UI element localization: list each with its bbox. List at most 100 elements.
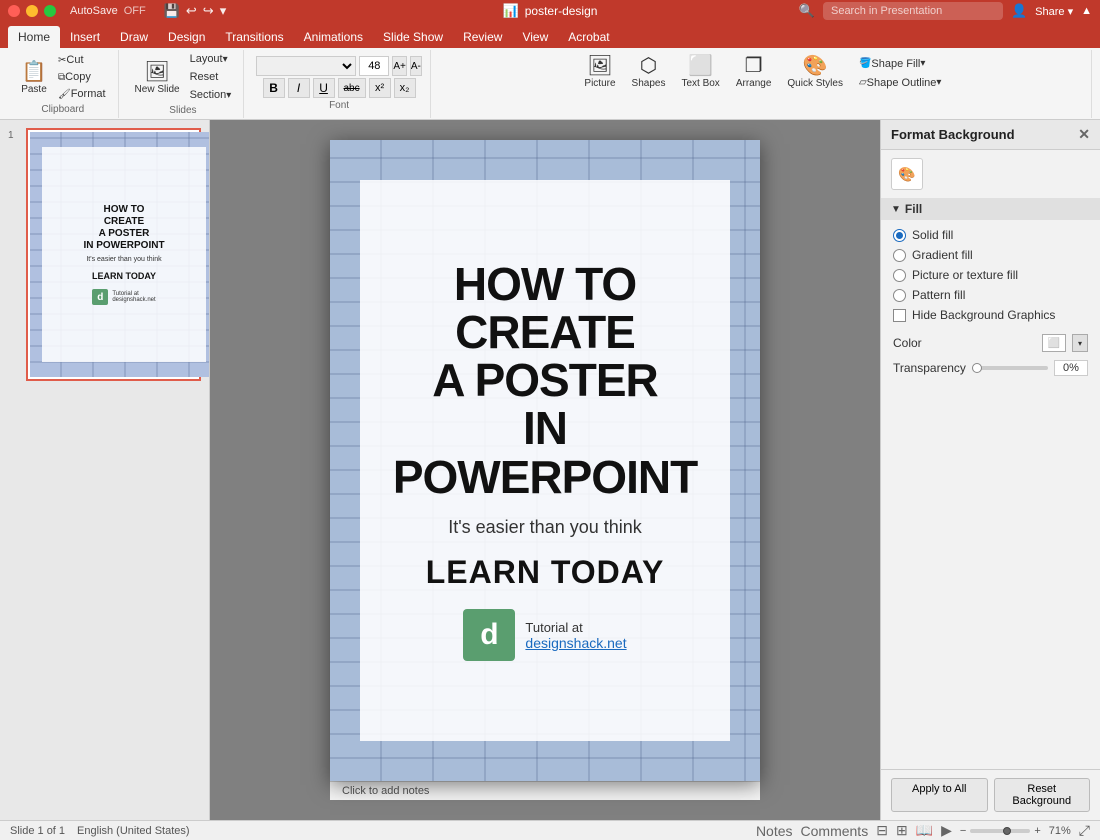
slide-sorter-button[interactable]: ⊞ bbox=[896, 822, 908, 839]
layout-button[interactable]: Layout ▾ bbox=[186, 51, 236, 67]
tab-acrobat[interactable]: Acrobat bbox=[558, 26, 619, 48]
fill-icon-button[interactable]: 🎨 bbox=[891, 158, 923, 190]
apply-to-all-button[interactable]: Apply to All bbox=[891, 778, 988, 812]
tab-design[interactable]: Design bbox=[158, 26, 215, 48]
panel-close-button[interactable]: ✕ bbox=[1078, 126, 1090, 143]
section-button[interactable]: Section ▾ bbox=[186, 87, 236, 103]
tab-insert[interactable]: Insert bbox=[60, 26, 110, 48]
fill-icon: 🪣 bbox=[859, 58, 871, 69]
transparency-value[interactable]: 0% bbox=[1054, 360, 1088, 376]
slide-thumbnail[interactable]: HOW TO CREATE A POSTER IN POWERPOINT It'… bbox=[26, 128, 201, 381]
shape-fill-button[interactable]: 🪣 Shape Fill ▾ bbox=[855, 56, 945, 72]
pattern-fill-option[interactable]: Pattern fill bbox=[893, 288, 1088, 302]
logo-text: Tutorial at designshack.net bbox=[525, 620, 626, 651]
gradient-fill-radio[interactable] bbox=[893, 249, 906, 262]
superscript-button[interactable]: x² bbox=[369, 78, 391, 98]
fit-button[interactable]: ⤢ bbox=[1079, 822, 1090, 839]
format-button[interactable]: 🖌 Format bbox=[54, 86, 110, 102]
zoom-slider[interactable] bbox=[970, 829, 1030, 833]
fill-arrow-icon: ▼ bbox=[891, 204, 901, 215]
shape-outline-button[interactable]: ▱ Shape Outline ▾ bbox=[855, 75, 945, 91]
site-link[interactable]: designshack.net bbox=[525, 635, 626, 651]
more-icon[interactable]: ▾ bbox=[220, 3, 227, 19]
bold-button[interactable]: B bbox=[263, 78, 285, 98]
status-right: Notes Comments ⊟ ⊞ 📖 ▶ − + 71% ⤢ bbox=[756, 822, 1090, 839]
ribbon-tabs: Home Insert Draw Design Transitions Anim… bbox=[0, 22, 1100, 48]
color-swatch[interactable]: ⬜ bbox=[1042, 334, 1066, 352]
strikethrough-button[interactable]: abc bbox=[338, 78, 366, 98]
gradient-fill-option[interactable]: Gradient fill bbox=[893, 248, 1088, 262]
thumb-white-box: HOW TO CREATE A POSTER IN POWERPOINT It'… bbox=[42, 147, 206, 362]
comments-button[interactable]: Comments bbox=[801, 823, 869, 839]
text-box-button[interactable]: ⬜ Text Box bbox=[677, 52, 723, 91]
canvas-area[interactable]: HOW TO CREATE A POSTER IN POWERPOINT It'… bbox=[210, 120, 880, 820]
fill-section-label: Fill bbox=[905, 202, 922, 216]
font-size-decrease[interactable]: A- bbox=[410, 56, 422, 76]
redo-icon[interactable]: ↪ bbox=[203, 3, 214, 19]
cut-button[interactable]: ✂ Cut bbox=[54, 52, 110, 68]
reset-background-button[interactable]: Reset Background bbox=[994, 778, 1091, 812]
font-size-input[interactable] bbox=[359, 56, 389, 76]
ribbon-collapse-button[interactable]: ▲ bbox=[1081, 5, 1092, 17]
undo-icon[interactable]: ↩ bbox=[186, 3, 197, 19]
color-dropdown-button[interactable]: ▾ bbox=[1072, 334, 1088, 352]
section-arrow-icon: ▾ bbox=[226, 90, 231, 101]
status-left: Slide 1 of 1 English (United States) bbox=[10, 825, 190, 837]
thumb-subtitle: It's easier than you think bbox=[86, 256, 161, 263]
subscript-button[interactable]: x₂ bbox=[394, 78, 416, 98]
font-family-select[interactable] bbox=[256, 56, 356, 76]
status-bar: Slide 1 of 1 English (United States) Not… bbox=[0, 820, 1100, 840]
tab-slideshow[interactable]: Slide Show bbox=[373, 26, 453, 48]
copy-button[interactable]: ⧉ Copy bbox=[54, 69, 110, 85]
tab-transitions[interactable]: Transitions bbox=[215, 26, 293, 48]
close-button[interactable] bbox=[8, 5, 20, 17]
picture-button[interactable]: 🖼 Picture bbox=[580, 52, 619, 91]
pattern-fill-radio[interactable] bbox=[893, 289, 906, 302]
fill-section[interactable]: ▼ Fill bbox=[881, 198, 1100, 220]
reset-button[interactable]: Reset bbox=[186, 69, 236, 85]
layout-arrow-icon: ▾ bbox=[223, 54, 228, 65]
maximize-button[interactable] bbox=[44, 5, 56, 17]
shapes-button[interactable]: ⬡ Shapes bbox=[628, 52, 670, 91]
arrange-button[interactable]: ❐ Arrange bbox=[732, 52, 776, 91]
minimize-button[interactable] bbox=[26, 5, 38, 17]
notes-bar[interactable]: Click to add notes bbox=[330, 781, 760, 800]
tab-home[interactable]: Home bbox=[8, 26, 60, 48]
italic-button[interactable]: I bbox=[288, 78, 310, 98]
thumb-learn: LEARN TODAY bbox=[92, 271, 156, 281]
solid-fill-radio[interactable] bbox=[893, 229, 906, 242]
font-controls-bottom: B I U abc x² x₂ bbox=[263, 78, 416, 98]
main-layout: 1 HOW TO CREATE A POSTER IN POWERPOINT I… bbox=[0, 120, 1100, 820]
format-icon: 🖌 bbox=[58, 89, 71, 100]
quick-styles-button[interactable]: 🎨 Quick Styles bbox=[783, 52, 847, 91]
normal-view-button[interactable]: ⊟ bbox=[876, 822, 888, 839]
paste-button[interactable]: 📋 Paste bbox=[16, 58, 52, 97]
underline-button[interactable]: U bbox=[313, 78, 335, 98]
slide-info: Slide 1 of 1 bbox=[10, 825, 65, 837]
zoom-level[interactable]: 71% bbox=[1049, 825, 1071, 837]
slide-panel: 1 HOW TO CREATE A POSTER IN POWERPOINT I… bbox=[0, 120, 210, 820]
paste-icon: 📋 bbox=[22, 60, 47, 84]
picture-fill-radio[interactable] bbox=[893, 269, 906, 282]
zoom-out-button[interactable]: − bbox=[960, 825, 966, 837]
font-size-increase[interactable]: A+ bbox=[392, 56, 407, 76]
search-input[interactable] bbox=[823, 2, 1003, 20]
solid-fill-option[interactable]: Solid fill bbox=[893, 228, 1088, 242]
ribbon-group-clipboard: 📋 Paste ✂ Cut ⧉ Copy 🖌 Format Clipboard bbox=[8, 50, 119, 118]
hide-background-checkbox[interactable] bbox=[893, 309, 906, 322]
tab-animations[interactable]: Animations bbox=[294, 26, 373, 48]
share-button[interactable]: Share ▾ bbox=[1035, 5, 1073, 18]
tab-review[interactable]: Review bbox=[453, 26, 512, 48]
fill-options: Solid fill Gradient fill Picture or text… bbox=[881, 220, 1100, 330]
tab-draw[interactable]: Draw bbox=[110, 26, 158, 48]
new-slide-button[interactable]: 🖼 New Slide bbox=[131, 58, 184, 97]
hide-background-option[interactable]: Hide Background Graphics bbox=[893, 308, 1088, 322]
slideshow-button[interactable]: ▶ bbox=[941, 822, 952, 839]
picture-texture-fill-option[interactable]: Picture or texture fill bbox=[893, 268, 1088, 282]
transparency-slider[interactable] bbox=[972, 366, 1048, 370]
notes-button[interactable]: Notes bbox=[756, 823, 793, 839]
reading-view-button[interactable]: 📖 bbox=[916, 822, 933, 839]
zoom-in-button[interactable]: + bbox=[1034, 825, 1040, 837]
save-icon[interactable]: 💾 bbox=[164, 3, 180, 19]
tab-view[interactable]: View bbox=[512, 26, 558, 48]
